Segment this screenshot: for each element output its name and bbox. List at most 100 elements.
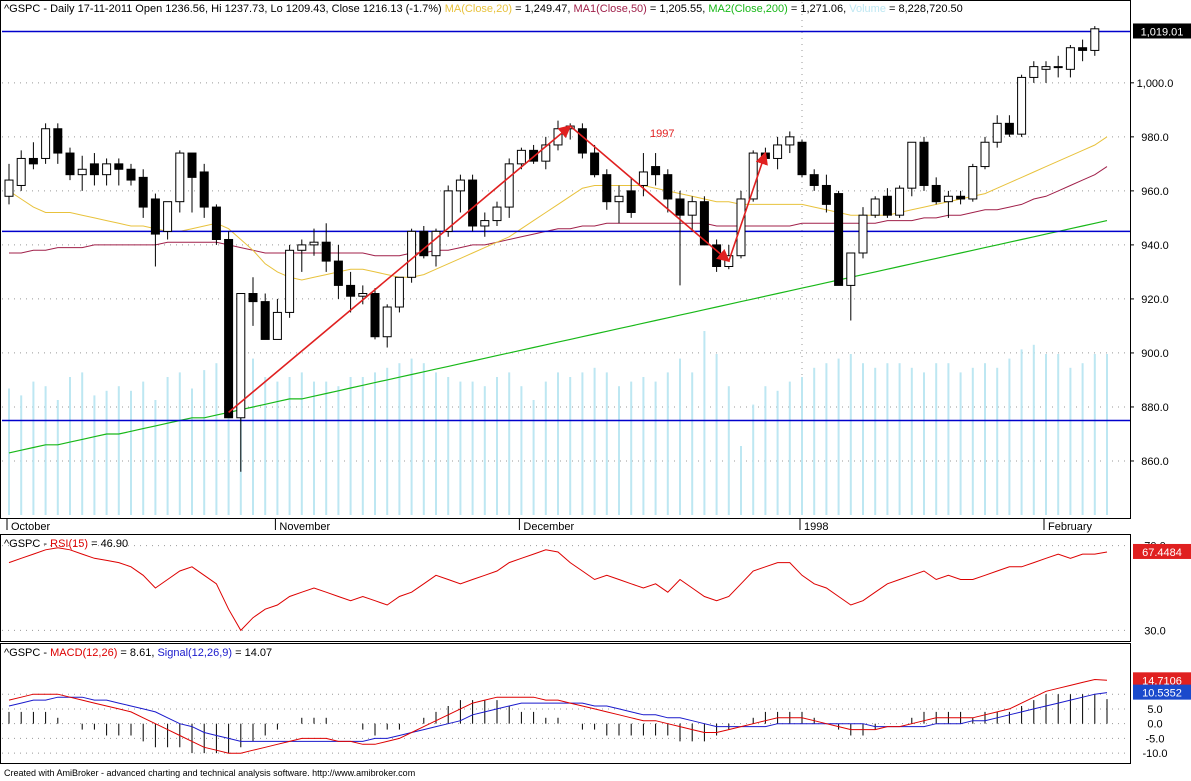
volume-bar [764, 386, 767, 515]
volume-bar [849, 354, 852, 515]
volume-bar [605, 372, 608, 515]
macd-tick-label: -10.0 [1142, 748, 1167, 760]
candle-up [748, 152, 758, 200]
candle-up [943, 195, 953, 203]
candle-down [882, 195, 892, 216]
candle-down [590, 152, 600, 176]
candle-up [4, 179, 14, 197]
candle-down [346, 284, 356, 297]
candle-down [199, 171, 209, 208]
volume-bar [532, 400, 535, 515]
macd-line [8, 678, 1108, 754]
date-tick-label: 1998 [804, 521, 828, 533]
candle-up [163, 201, 173, 232]
candle-down [663, 174, 673, 200]
volume-label: Volume [849, 3, 886, 15]
candle-up [394, 276, 404, 308]
candle-up [504, 163, 514, 208]
candle-down [187, 152, 197, 178]
volume-bar [166, 377, 169, 515]
volume-bar [8, 388, 10, 515]
candle-down [53, 128, 63, 154]
macd-prefix: ^GSPC - [4, 647, 50, 659]
date-tick-label: October [11, 521, 50, 533]
volume-bar [178, 372, 181, 515]
volume-bar [154, 400, 157, 515]
volume-bar [996, 367, 999, 515]
volume-bar [459, 381, 462, 515]
volume-bar [264, 377, 267, 515]
volume-bar [93, 395, 96, 515]
volume-bar [715, 354, 718, 515]
footer-credit: Created with AmiBroker - advanced charti… [4, 768, 416, 778]
volume-bar [825, 363, 828, 515]
candle-up [297, 244, 307, 251]
volume-bar [1069, 367, 1072, 515]
volume-bar [349, 377, 352, 515]
candle-up [895, 187, 905, 216]
candle-up [175, 152, 185, 203]
volume-bar [142, 381, 145, 515]
trend-arrow [569, 125, 731, 263]
volume-bar [1093, 354, 1096, 515]
macd-tick-label: 5.0 [1147, 704, 1162, 716]
candle-up [992, 122, 1002, 143]
rsi-panel: 30.070.067.4484 [2, 541, 1191, 637]
rsi-header: ^GSPC - RSI(15) = 46.90 [4, 538, 128, 550]
candle-down [919, 141, 929, 186]
volume-bar [898, 363, 901, 515]
candle-down [126, 168, 136, 181]
volume-bar [325, 381, 328, 515]
volume-bar [813, 367, 816, 515]
price-tick-label: 900.0 [1141, 348, 1169, 360]
volume-bar [471, 381, 474, 515]
volume-bar [569, 377, 572, 515]
last-price-tag-label: 1,019.01 [1141, 26, 1184, 38]
volume-bar [361, 377, 364, 515]
candle-up [1017, 76, 1027, 135]
ma20-value: = 1,249.47, [512, 3, 573, 15]
volume-bar [593, 367, 596, 515]
stock-chart: 860.0 880.0 900.0 920.0 940.0 960.0 980.0 1,000… [0, 0, 1191, 764]
candle-down [1004, 122, 1014, 135]
candle-up [1041, 66, 1051, 70]
grid [2, 2, 1128, 518]
candle-down [321, 241, 331, 262]
volume-bar [288, 377, 291, 515]
volume-bar [130, 390, 132, 515]
macd-tick-label: 0.0 [1147, 719, 1162, 731]
price-tick-label: 940.0 [1141, 240, 1169, 252]
candle-up [980, 141, 990, 168]
volume-bar [1008, 358, 1011, 515]
volume-bar [496, 377, 498, 515]
volume-bar [386, 367, 389, 515]
volume-bar [947, 363, 950, 515]
candle-up [785, 136, 795, 146]
candle-up [285, 249, 295, 313]
volume-bar [1032, 344, 1035, 515]
rsi-line [8, 547, 1108, 632]
ma50-line [9, 166, 1108, 257]
candle-up [41, 128, 51, 159]
volume-bar [117, 386, 120, 515]
candle-down [956, 195, 966, 200]
volume-bar [1020, 349, 1023, 515]
candle-up [968, 166, 978, 200]
candle-down [651, 166, 661, 176]
candle-down [89, 163, 99, 176]
candle-down [821, 184, 831, 205]
volume-bar [544, 381, 547, 515]
date-axis: October November December 1998 February [6, 519, 1093, 533]
candle-up [614, 195, 624, 203]
candle-up [907, 141, 917, 189]
volume-bar [81, 372, 84, 515]
candle-down [211, 206, 221, 240]
volume-bar [1106, 354, 1108, 515]
candle-up [382, 306, 392, 338]
volume-bar [740, 446, 742, 515]
volume-bar [252, 358, 254, 515]
volume-bar [776, 390, 779, 515]
signal-value: = 14.07 [232, 647, 272, 659]
candle-up [358, 293, 368, 297]
macd-tick-label: -5.0 [1146, 733, 1165, 745]
